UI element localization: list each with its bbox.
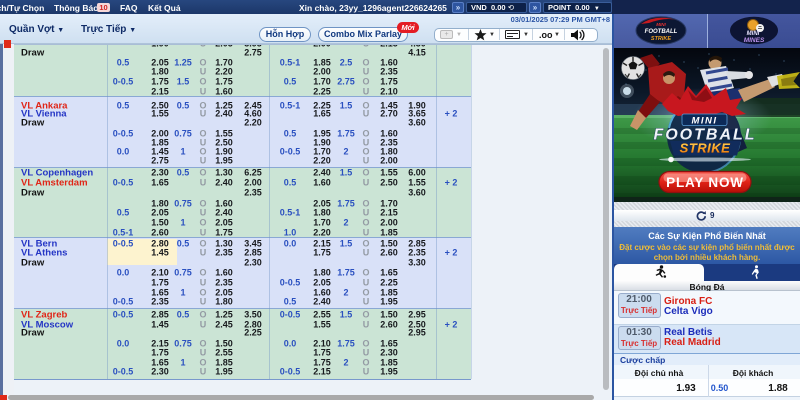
svg-text:PLAY NOW: PLAY NOW [666, 175, 744, 190]
svg-text:MINI: MINI [656, 22, 666, 27]
svg-text:STRIKE: STRIKE [680, 140, 731, 155]
svg-text:STRIKE: STRIKE [651, 36, 672, 42]
svg-text:FOOTBALL: FOOTBALL [645, 29, 678, 35]
svg-text:MINI: MINI [691, 115, 717, 126]
svg-text:MINES: MINES [744, 37, 765, 44]
